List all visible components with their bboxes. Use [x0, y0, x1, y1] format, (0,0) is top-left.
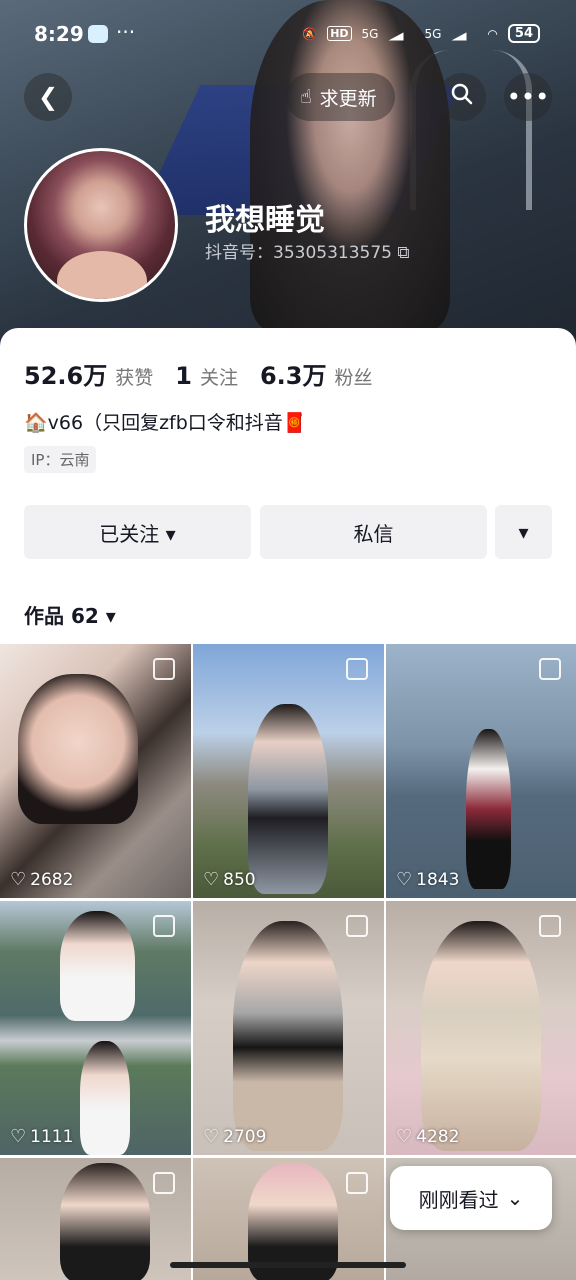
like-count-value: 4282	[416, 1126, 460, 1147]
ip-location-tag: IP：云南	[24, 446, 97, 473]
like-count-value: 2682	[30, 869, 74, 890]
heart-icon: ♡	[203, 869, 220, 890]
likes-count[interactable]: 52.6万	[24, 356, 107, 391]
like-count: ♡ 4282	[396, 1126, 459, 1147]
select-checkbox[interactable]	[539, 658, 561, 680]
home-indicator[interactable]	[170, 1262, 406, 1268]
fans-label: 粉丝	[334, 367, 373, 389]
select-checkbox[interactable]	[346, 658, 368, 680]
like-count: ♡ 2682	[10, 869, 73, 890]
status-right: 🔕 HD 5G 5G ◠ 54	[302, 24, 540, 43]
recently-viewed-button[interactable]: 刚刚看过 ⌄	[390, 1166, 552, 1230]
request-update-button[interactable]: ☝ 求更新	[286, 73, 395, 121]
bio: 🏠v66（只回复zfb口令和抖音🧧	[24, 412, 307, 434]
like-count-value: 1843	[416, 869, 460, 890]
heart-icon: ♡	[396, 1126, 413, 1147]
select-checkbox[interactable]	[153, 1172, 175, 1194]
following-label: 关注	[199, 367, 238, 389]
stats-row: 52.6万 获赞 1 关注 6.3万 粉丝	[24, 356, 394, 391]
thumbnail-subject	[466, 729, 511, 889]
status-dots: ···	[116, 20, 136, 44]
recommend-dropdown-button[interactable]: ▾	[495, 505, 552, 559]
thumbnail-subject	[421, 921, 541, 1151]
video-thumbnail[interactable]: ♡ 850	[193, 644, 384, 898]
like-count-value: 2709	[223, 1126, 267, 1147]
double-chevron-down-icon: ⌄	[506, 1186, 524, 1210]
select-checkbox[interactable]	[153, 915, 175, 937]
chevron-left-icon: ❮	[37, 83, 59, 111]
hd-badge: HD	[327, 26, 352, 41]
followed-button[interactable]: 已关注 ▾	[24, 505, 251, 559]
video-thumbnail[interactable]: ♡ 1111	[0, 901, 191, 1155]
thumbnail-subject	[80, 1041, 130, 1155]
thumbnail-subject	[60, 1163, 150, 1280]
fans-count[interactable]: 6.3万	[260, 356, 327, 391]
video-thumbnail[interactable]: ♡ 4282	[386, 901, 576, 1155]
video-thumbnail[interactable]: ♡ 2682	[0, 644, 191, 898]
net-label-2: 5G	[424, 26, 442, 41]
select-checkbox[interactable]	[346, 915, 368, 937]
mute-icon: 🔕	[302, 26, 318, 41]
select-checkbox[interactable]	[153, 658, 175, 680]
like-count: ♡ 1843	[396, 869, 459, 890]
recently-viewed-label: 刚刚看过	[418, 1187, 499, 1212]
search-icon	[450, 82, 474, 112]
like-count: ♡ 1111	[10, 1126, 73, 1147]
avatar[interactable]	[24, 148, 178, 302]
video-thumbnail[interactable]	[0, 1158, 191, 1280]
like-count: ♡ 850	[203, 869, 256, 890]
nickname: 我想睡觉	[205, 203, 325, 238]
status-bar: 8:29 ··· 🔕 HD 5G 5G ◠ 54	[0, 0, 576, 70]
heart-icon: ♡	[396, 869, 413, 890]
following-count[interactable]: 1	[175, 362, 192, 390]
like-count-value: 1111	[30, 1126, 74, 1147]
like-count: ♡ 2709	[203, 1126, 266, 1147]
heart-icon: ♡	[10, 1126, 27, 1147]
video-thumbnail[interactable]: ♡ 2709	[193, 901, 384, 1155]
thumbnail-subject	[60, 911, 135, 1021]
douyin-id-text: 抖音号：35305313575	[205, 243, 392, 263]
signal-icon	[388, 26, 415, 41]
wifi-icon: ◠	[487, 26, 498, 41]
request-update-label: 求更新	[319, 87, 377, 110]
more-icon: •••	[506, 83, 550, 111]
heart-icon: ♡	[203, 1126, 220, 1147]
more-button[interactable]: •••	[504, 73, 552, 121]
message-button[interactable]: 私信	[260, 505, 487, 559]
thumbnail-subject	[233, 921, 343, 1151]
app-notification-icon	[88, 25, 108, 43]
signal-icon-2	[451, 26, 478, 41]
profile-card: 52.6万 获赞 1 关注 6.3万 粉丝 🏠v66（只回复zfb口令和抖音🧧 …	[0, 328, 576, 1280]
net-label-1: 5G	[361, 26, 379, 41]
thumbnail-subject	[18, 674, 138, 824]
works-tab[interactable]: 作品 62 ▾	[24, 600, 116, 629]
copy-icon[interactable]: ⧉	[397, 243, 409, 263]
back-button[interactable]: ❮	[24, 73, 72, 121]
search-button[interactable]	[438, 73, 486, 121]
likes-label: 获赞	[115, 367, 154, 389]
douyin-id[interactable]: 抖音号：35305313575 ⧉	[205, 238, 410, 263]
thumbnail-subject	[248, 704, 328, 894]
like-count-value: 850	[223, 869, 256, 890]
select-checkbox[interactable]	[539, 915, 561, 937]
heart-icon: ♡	[10, 869, 27, 890]
select-checkbox[interactable]	[346, 1172, 368, 1194]
battery-indicator: 54	[507, 24, 540, 43]
video-thumbnail[interactable]: ♡ 1843	[386, 644, 576, 898]
status-time: 8:29	[34, 22, 84, 46]
hand-pointer-icon: ☝	[300, 86, 312, 108]
